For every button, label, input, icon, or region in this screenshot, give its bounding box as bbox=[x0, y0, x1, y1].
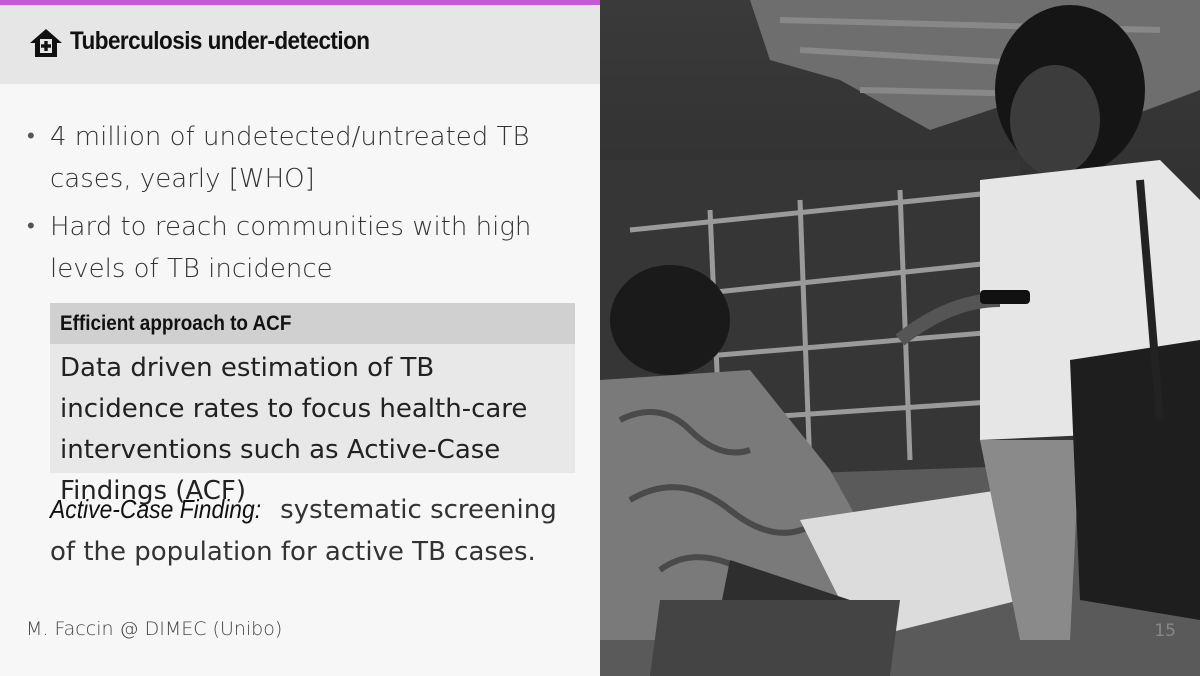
bullet-dot: • bbox=[27, 124, 35, 149]
bullet-item: • 4 million of undetected/untreated TB c… bbox=[24, 116, 584, 200]
definition-term: Active-Case Finding: bbox=[50, 494, 262, 524]
callout-box: Efficient approach to ACF Data driven es… bbox=[50, 303, 575, 506]
callout-title: Efficient approach to ACF bbox=[50, 303, 575, 344]
bullet-text: Hard to reach communities with high leve… bbox=[50, 212, 532, 284]
bullet-text: 4 million of undetected/untreated TB cas… bbox=[50, 122, 530, 194]
slide: Tuberculosis under-detection • 4 million… bbox=[0, 0, 1200, 676]
slide-title: Tuberculosis under-detection bbox=[70, 27, 370, 55]
home-health-icon bbox=[30, 29, 62, 57]
photo-illustration bbox=[600, 0, 1200, 676]
slide-header: Tuberculosis under-detection bbox=[0, 5, 600, 84]
bullet-dot: • bbox=[27, 214, 35, 239]
definition: Active-Case Finding: systematic screenin… bbox=[50, 488, 590, 573]
bullet-item: • Hard to reach communities with high le… bbox=[24, 206, 584, 290]
footer-author: M. Faccin @ DIMEC (Unibo) bbox=[26, 618, 283, 640]
grayscale-photo: 15 bbox=[600, 0, 1200, 676]
callout-body: Data driven estimation of TB incidence r… bbox=[60, 353, 528, 506]
bullet-list: • 4 million of undetected/untreated TB c… bbox=[24, 116, 584, 296]
page-number: 15 bbox=[1154, 621, 1176, 641]
text-panel: Tuberculosis under-detection • 4 million… bbox=[0, 0, 600, 676]
